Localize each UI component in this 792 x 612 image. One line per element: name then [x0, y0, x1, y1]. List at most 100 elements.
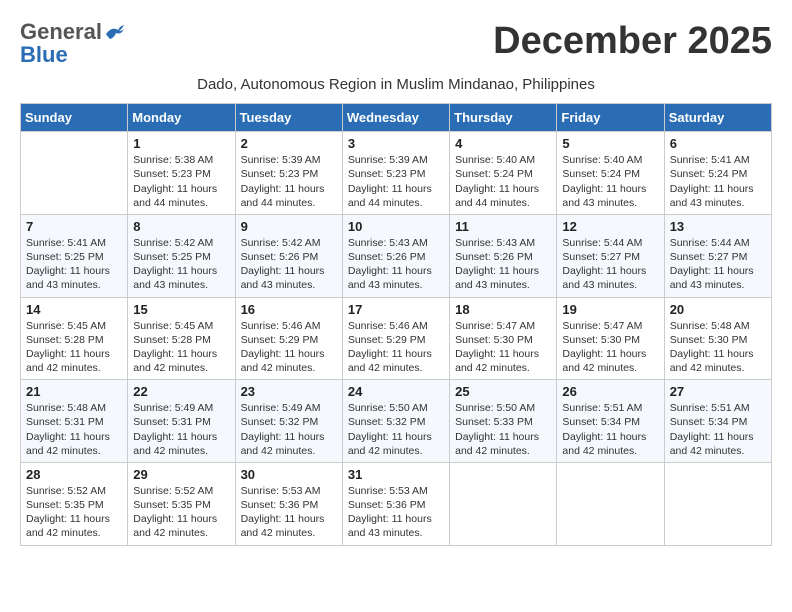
sunrise-text: Sunrise: 5:44 AM: [562, 237, 642, 249]
table-cell: 5 Sunrise: 5:40 AM Sunset: 5:24 PM Dayli…: [557, 132, 664, 215]
header-saturday: Saturday: [664, 104, 771, 132]
table-cell: 9 Sunrise: 5:42 AM Sunset: 5:26 PM Dayli…: [235, 214, 342, 297]
table-cell: 18 Sunrise: 5:47 AM Sunset: 5:30 PM Dayl…: [450, 297, 557, 380]
daylight-text: Daylight: 11 hours and 44 minutes.: [241, 183, 325, 209]
sunrise-text: Sunrise: 5:40 AM: [562, 154, 642, 166]
sunset-text: Sunset: 5:27 PM: [562, 251, 640, 263]
sunset-text: Sunset: 5:26 PM: [241, 251, 319, 263]
day-number: 27: [670, 384, 766, 399]
sunset-text: Sunset: 5:36 PM: [241, 499, 319, 511]
sunrise-text: Sunrise: 5:39 AM: [241, 154, 321, 166]
sunset-text: Sunset: 5:23 PM: [133, 168, 211, 180]
week-row-5: 28 Sunrise: 5:52 AM Sunset: 5:35 PM Dayl…: [21, 462, 772, 545]
table-cell: 25 Sunrise: 5:50 AM Sunset: 5:33 PM Dayl…: [450, 380, 557, 463]
table-cell: 24 Sunrise: 5:50 AM Sunset: 5:32 PM Dayl…: [342, 380, 449, 463]
sunrise-text: Sunrise: 5:50 AM: [348, 402, 428, 414]
table-cell: 31 Sunrise: 5:53 AM Sunset: 5:36 PM Dayl…: [342, 462, 449, 545]
sunrise-text: Sunrise: 5:52 AM: [133, 485, 213, 497]
sunset-text: Sunset: 5:30 PM: [562, 334, 640, 346]
day-number: 16: [241, 302, 337, 317]
sunset-text: Sunset: 5:31 PM: [26, 416, 104, 428]
day-number: 2: [241, 136, 337, 151]
week-row-1: 1 Sunrise: 5:38 AM Sunset: 5:23 PM Dayli…: [21, 132, 772, 215]
sunset-text: Sunset: 5:32 PM: [241, 416, 319, 428]
sunset-text: Sunset: 5:23 PM: [241, 168, 319, 180]
day-number: 21: [26, 384, 122, 399]
table-cell: 13 Sunrise: 5:44 AM Sunset: 5:27 PM Dayl…: [664, 214, 771, 297]
sunrise-text: Sunrise: 5:46 AM: [241, 320, 321, 332]
sunset-text: Sunset: 5:24 PM: [670, 168, 748, 180]
header-wednesday: Wednesday: [342, 104, 449, 132]
sunrise-text: Sunrise: 5:48 AM: [670, 320, 750, 332]
day-number: 24: [348, 384, 444, 399]
day-number: 3: [348, 136, 444, 151]
sunrise-text: Sunrise: 5:41 AM: [26, 237, 106, 249]
day-number: 20: [670, 302, 766, 317]
daylight-text: Daylight: 11 hours and 42 minutes.: [26, 513, 110, 539]
daylight-text: Daylight: 11 hours and 42 minutes.: [241, 431, 325, 457]
sunset-text: Sunset: 5:36 PM: [348, 499, 426, 511]
table-cell: [450, 462, 557, 545]
day-number: 15: [133, 302, 229, 317]
sunrise-text: Sunrise: 5:45 AM: [133, 320, 213, 332]
sunset-text: Sunset: 5:24 PM: [562, 168, 640, 180]
sunset-text: Sunset: 5:29 PM: [348, 334, 426, 346]
table-cell: 20 Sunrise: 5:48 AM Sunset: 5:30 PM Dayl…: [664, 297, 771, 380]
day-number: 31: [348, 467, 444, 482]
month-title: December 2025: [493, 20, 772, 63]
sunrise-text: Sunrise: 5:51 AM: [562, 402, 642, 414]
day-number: 8: [133, 219, 229, 234]
day-number: 1: [133, 136, 229, 151]
sunset-text: Sunset: 5:30 PM: [670, 334, 748, 346]
sunset-text: Sunset: 5:24 PM: [455, 168, 533, 180]
daylight-text: Daylight: 11 hours and 43 minutes.: [455, 265, 539, 291]
header-monday: Monday: [128, 104, 235, 132]
daylight-text: Daylight: 11 hours and 43 minutes.: [133, 265, 217, 291]
sunrise-text: Sunrise: 5:51 AM: [670, 402, 750, 414]
sunset-text: Sunset: 5:34 PM: [562, 416, 640, 428]
table-cell: 21 Sunrise: 5:48 AM Sunset: 5:31 PM Dayl…: [21, 380, 128, 463]
daylight-text: Daylight: 11 hours and 43 minutes.: [562, 183, 646, 209]
daylight-text: Daylight: 11 hours and 42 minutes.: [241, 513, 325, 539]
sunrise-text: Sunrise: 5:50 AM: [455, 402, 535, 414]
header-friday: Friday: [557, 104, 664, 132]
logo-text: General: [20, 20, 126, 44]
sunrise-text: Sunrise: 5:38 AM: [133, 154, 213, 166]
table-cell: [664, 462, 771, 545]
sunset-text: Sunset: 5:30 PM: [455, 334, 533, 346]
daylight-text: Daylight: 11 hours and 42 minutes.: [562, 348, 646, 374]
week-row-4: 21 Sunrise: 5:48 AM Sunset: 5:31 PM Dayl…: [21, 380, 772, 463]
day-number: 25: [455, 384, 551, 399]
table-cell: 27 Sunrise: 5:51 AM Sunset: 5:34 PM Dayl…: [664, 380, 771, 463]
table-cell: 14 Sunrise: 5:45 AM Sunset: 5:28 PM Dayl…: [21, 297, 128, 380]
sunset-text: Sunset: 5:25 PM: [26, 251, 104, 263]
weekday-header-row: Sunday Monday Tuesday Wednesday Thursday…: [21, 104, 772, 132]
logo-wrapper: General: [20, 20, 126, 44]
day-number: 29: [133, 467, 229, 482]
header-sunday: Sunday: [21, 104, 128, 132]
daylight-text: Daylight: 11 hours and 42 minutes.: [670, 431, 754, 457]
table-cell: 2 Sunrise: 5:39 AM Sunset: 5:23 PM Dayli…: [235, 132, 342, 215]
sunrise-text: Sunrise: 5:45 AM: [26, 320, 106, 332]
day-number: 14: [26, 302, 122, 317]
day-number: 26: [562, 384, 658, 399]
week-row-3: 14 Sunrise: 5:45 AM Sunset: 5:28 PM Dayl…: [21, 297, 772, 380]
sunrise-text: Sunrise: 5:49 AM: [133, 402, 213, 414]
table-cell: 4 Sunrise: 5:40 AM Sunset: 5:24 PM Dayli…: [450, 132, 557, 215]
day-number: 22: [133, 384, 229, 399]
daylight-text: Daylight: 11 hours and 43 minutes.: [241, 265, 325, 291]
sunset-text: Sunset: 5:33 PM: [455, 416, 533, 428]
sunset-text: Sunset: 5:23 PM: [348, 168, 426, 180]
daylight-text: Daylight: 11 hours and 42 minutes.: [26, 431, 110, 457]
day-number: 18: [455, 302, 551, 317]
sunset-text: Sunset: 5:27 PM: [670, 251, 748, 263]
sunset-text: Sunset: 5:26 PM: [455, 251, 533, 263]
sunrise-text: Sunrise: 5:46 AM: [348, 320, 428, 332]
sunset-text: Sunset: 5:28 PM: [26, 334, 104, 346]
daylight-text: Daylight: 11 hours and 42 minutes.: [133, 348, 217, 374]
daylight-text: Daylight: 11 hours and 42 minutes.: [133, 431, 217, 457]
logo-blue-text: Blue: [20, 42, 68, 68]
daylight-text: Daylight: 11 hours and 42 minutes.: [455, 431, 539, 457]
daylight-text: Daylight: 11 hours and 42 minutes.: [241, 348, 325, 374]
sunrise-text: Sunrise: 5:39 AM: [348, 154, 428, 166]
